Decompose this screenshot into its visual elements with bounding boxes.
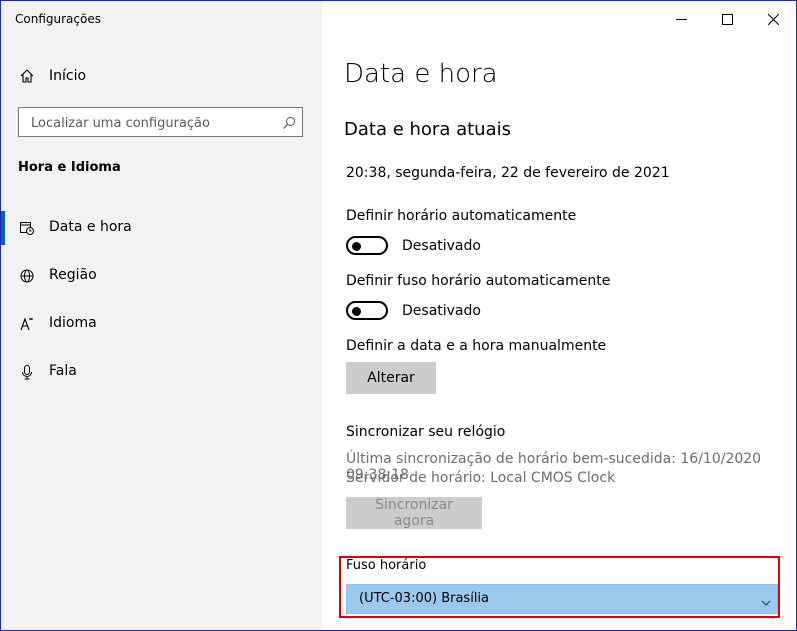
current-datetime-value: 20:38, segunda-feira, 22 de fevereiro de… bbox=[346, 165, 670, 181]
sidebar-item-idioma[interactable]: Idioma bbox=[1, 304, 322, 344]
main-content: Data e hora Data e hora atuais 20:38, se… bbox=[322, 1, 796, 630]
current-datetime-heading: Data e hora atuais bbox=[344, 119, 511, 140]
auto-time-toggle[interactable] bbox=[346, 236, 388, 255]
sidebar-item-label: Região bbox=[49, 267, 97, 283]
minimize-button[interactable] bbox=[658, 1, 704, 37]
timezone-select[interactable]: (UTC-03:00) Brasília bbox=[346, 584, 778, 614]
sidebar-item-label: Idioma bbox=[49, 315, 97, 331]
close-button[interactable] bbox=[750, 1, 796, 37]
sidebar-item-regiao[interactable]: Região bbox=[1, 256, 322, 296]
minimize-icon bbox=[675, 10, 687, 29]
close-icon bbox=[767, 10, 779, 29]
clock-calendar-icon bbox=[18, 219, 36, 237]
auto-timezone-label: Definir fuso horário automaticamente bbox=[346, 273, 611, 289]
manual-datetime-label: Definir a data e a hora manualmente bbox=[346, 338, 607, 354]
time-server-text: Servidor de horário: Local CMOS Clock bbox=[346, 470, 616, 486]
section-heading: Hora e Idioma bbox=[18, 160, 121, 175]
window-controls bbox=[658, 1, 796, 37]
auto-time-label: Definir horário automaticamente bbox=[346, 208, 577, 224]
toggle-knob bbox=[352, 241, 361, 251]
page-title: Data e hora bbox=[344, 59, 498, 89]
settings-window: Configurações Início Hora e Idioma Data … bbox=[0, 0, 797, 631]
sidebar-item-home[interactable]: Início bbox=[1, 61, 322, 91]
sidebar-item-label: Data e hora bbox=[49, 219, 132, 235]
maximize-icon bbox=[721, 10, 733, 29]
auto-timezone-state: Desativado bbox=[402, 303, 481, 319]
search-icon[interactable] bbox=[282, 115, 296, 129]
timezone-value: (UTC-03:00) Brasília bbox=[359, 591, 490, 606]
sidebar-item-data-e-hora[interactable]: Data e hora bbox=[1, 208, 322, 248]
search-box[interactable] bbox=[18, 107, 303, 137]
home-icon bbox=[18, 67, 36, 85]
change-button[interactable]: Alterar bbox=[346, 362, 436, 394]
auto-time-state: Desativado bbox=[402, 238, 481, 254]
chevron-down-icon bbox=[761, 593, 771, 612]
app-title: Configurações bbox=[15, 12, 101, 26]
sync-now-button[interactable]: Sincronizar agora bbox=[346, 497, 482, 529]
sync-heading: Sincronizar seu relógio bbox=[346, 424, 506, 440]
toggle-knob bbox=[352, 306, 361, 316]
language-icon bbox=[18, 315, 36, 333]
sidebar-home-label: Início bbox=[49, 68, 87, 84]
search-input[interactable] bbox=[29, 113, 283, 133]
timezone-label: Fuso horário bbox=[346, 558, 427, 573]
sidebar-item-fala[interactable]: Fala bbox=[1, 352, 322, 392]
sidebar: Configurações Início Hora e Idioma Data … bbox=[1, 1, 322, 630]
sidebar-item-label: Fala bbox=[49, 363, 77, 379]
maximize-button[interactable] bbox=[704, 1, 750, 37]
auto-timezone-toggle[interactable] bbox=[346, 301, 388, 320]
globe-icon bbox=[18, 267, 36, 285]
microphone-icon bbox=[18, 363, 36, 381]
